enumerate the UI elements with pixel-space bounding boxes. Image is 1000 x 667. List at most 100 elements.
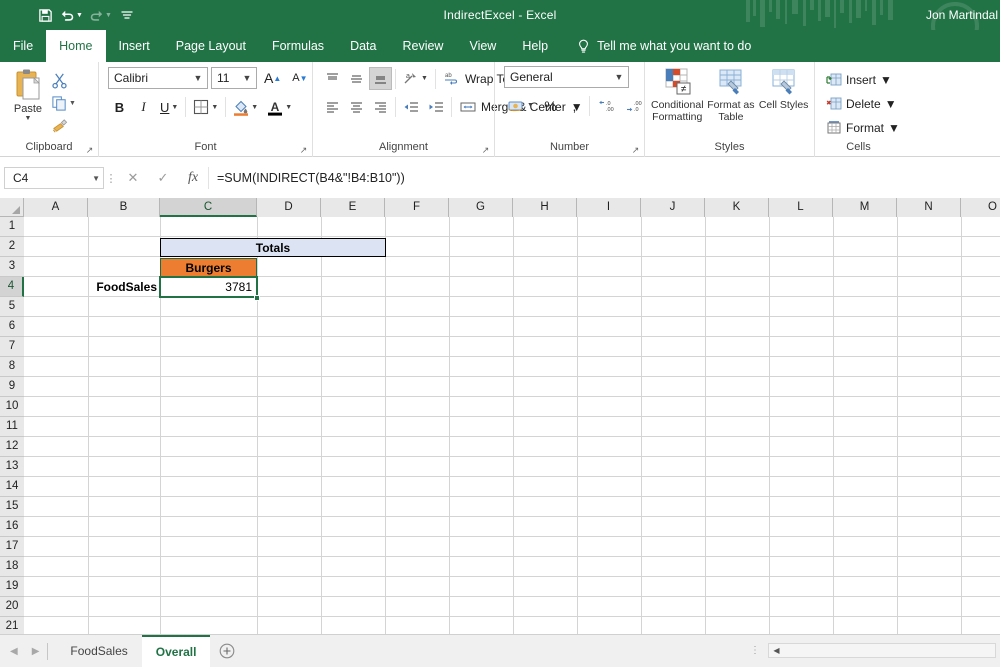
tab-file[interactable]: File	[0, 30, 46, 62]
column-header-M[interactable]: M	[833, 198, 897, 217]
row-header-18[interactable]: 18	[0, 557, 24, 577]
row-header-13[interactable]: 13	[0, 457, 24, 477]
middle-align-icon[interactable]	[345, 67, 368, 90]
font-name-combo[interactable]: Calibri ▼	[108, 67, 208, 89]
previous-sheet-icon[interactable]: ◀	[10, 646, 18, 657]
tab-formulas[interactable]: Formulas	[259, 30, 337, 62]
row-header-10[interactable]: 10	[0, 397, 24, 417]
accounting-format-icon[interactable]: ▼	[504, 94, 538, 117]
column-header-G[interactable]: G	[449, 198, 513, 217]
format-dropdown-caret[interactable]: ▼	[888, 121, 900, 135]
cell-C4-value[interactable]: 3781	[160, 277, 257, 297]
cut-button[interactable]	[51, 70, 76, 91]
name-box[interactable]: C4 ▼	[4, 167, 104, 189]
orientation-dropdown-caret[interactable]: ▼	[421, 75, 428, 82]
horizontal-scrollbar[interactable]: ◀	[768, 643, 996, 658]
alignment-dialog-launcher[interactable]: ↗	[481, 146, 490, 155]
cell-B4-foodsales[interactable]: FoodSales	[88, 277, 160, 297]
tell-me-search[interactable]: Tell me what you want to do	[561, 30, 751, 62]
top-align-icon[interactable]	[321, 67, 344, 90]
column-header-F[interactable]: F	[385, 198, 449, 217]
save-icon[interactable]	[34, 3, 56, 27]
tab-help[interactable]: Help	[509, 30, 561, 62]
column-header-D[interactable]: D	[257, 198, 321, 217]
underline-icon[interactable]: U ▼	[156, 96, 182, 119]
enter-icon[interactable]: ✓	[148, 167, 178, 189]
number-format-caret[interactable]: ▼	[612, 72, 626, 82]
row-header-12[interactable]: 12	[0, 437, 24, 457]
grid-cells[interactable]: Totals Burgers FoodSales 3781	[24, 217, 1000, 634]
redo-icon[interactable]: ▼	[87, 3, 114, 27]
paste-button[interactable]: Paste ▼	[5, 66, 51, 122]
increase-font-size-icon[interactable]: A ▲	[260, 67, 285, 90]
row-header-7[interactable]: 7	[0, 337, 24, 357]
clipboard-dialog-launcher[interactable]: ↗	[85, 146, 94, 155]
row-header-15[interactable]: 15	[0, 497, 24, 517]
select-all-corner[interactable]	[0, 198, 24, 217]
name-box-caret[interactable]: ▼	[92, 174, 100, 183]
column-header-N[interactable]: N	[897, 198, 961, 217]
font-name-caret[interactable]: ▼	[191, 73, 205, 83]
tab-insert[interactable]: Insert	[106, 30, 163, 62]
font-dialog-launcher[interactable]: ↗	[299, 146, 308, 155]
scrollbar-resize-grip[interactable]: ⋮	[750, 645, 760, 656]
insert-dropdown-caret[interactable]: ▼	[880, 73, 892, 87]
user-account-name[interactable]: Jon Martindal	[926, 0, 998, 30]
decrease-font-size-icon[interactable]: A ▼	[288, 67, 311, 90]
horizontal-scroll-thumb[interactable]	[784, 644, 995, 657]
row-header-20[interactable]: 20	[0, 597, 24, 617]
row-header-19[interactable]: 19	[0, 577, 24, 597]
tab-page-layout[interactable]: Page Layout	[163, 30, 259, 62]
row-header-11[interactable]: 11	[0, 417, 24, 437]
tab-home[interactable]: Home	[46, 30, 106, 62]
row-header-21[interactable]: 21	[0, 617, 24, 634]
row-header-5[interactable]: 5	[0, 297, 24, 317]
row-header-9[interactable]: 9	[0, 377, 24, 397]
font-size-combo[interactable]: 11 ▼	[211, 67, 257, 89]
font-size-caret[interactable]: ▼	[240, 73, 254, 83]
column-header-I[interactable]: I	[577, 198, 641, 217]
cell-C3-burgers-header[interactable]: Burgers	[160, 258, 257, 277]
increase-indent-icon[interactable]	[424, 95, 448, 118]
percent-style-icon[interactable]: %	[539, 94, 562, 117]
cell-styles-button[interactable]: Cell Styles	[758, 66, 809, 111]
column-header-L[interactable]: L	[769, 198, 833, 217]
column-header-B[interactable]: B	[88, 198, 160, 217]
number-format-combo[interactable]: General ▼	[504, 66, 629, 88]
font-color-dropdown-caret[interactable]: ▼	[285, 104, 292, 111]
row-header-1[interactable]: 1	[0, 217, 24, 237]
redo-dropdown-caret[interactable]: ▼	[105, 12, 112, 19]
bold-icon[interactable]: B	[108, 96, 131, 119]
formula-input[interactable]: =SUM(INDIRECT(B4&"!B4:B10"))	[208, 167, 996, 189]
copy-button[interactable]: ▼	[51, 93, 76, 114]
number-dialog-launcher[interactable]: ↗	[631, 146, 640, 155]
bottom-align-icon[interactable]	[369, 67, 392, 90]
insert-function-icon[interactable]: fx	[178, 167, 208, 189]
cell-C2-totals-header[interactable]: Totals	[160, 238, 386, 257]
decrease-indent-icon[interactable]	[399, 95, 423, 118]
column-header-E[interactable]: E	[321, 198, 385, 217]
format-cells-button[interactable]: Format ▼	[823, 116, 903, 139]
row-header-2[interactable]: 2	[0, 237, 24, 257]
accounting-dropdown-caret[interactable]: ▼	[527, 102, 534, 109]
cancel-icon[interactable]: ✕	[118, 167, 148, 189]
italic-icon[interactable]: I	[132, 96, 155, 119]
row-header-14[interactable]: 14	[0, 477, 24, 497]
borders-dropdown-caret[interactable]: ▼	[211, 104, 218, 111]
customize-quick-access-icon[interactable]	[116, 3, 138, 27]
tab-data[interactable]: Data	[337, 30, 389, 62]
fill-color-dropdown-caret[interactable]: ▼	[251, 104, 258, 111]
align-left-icon[interactable]	[321, 95, 344, 118]
delete-cells-button[interactable]: Delete ▼	[823, 92, 903, 115]
tab-view[interactable]: View	[456, 30, 509, 62]
conditional-formatting-button[interactable]: ≠ Conditional Formatting	[651, 66, 704, 123]
column-header-K[interactable]: K	[705, 198, 769, 217]
align-center-icon[interactable]	[345, 95, 368, 118]
comma-style-icon[interactable]: ,	[563, 94, 586, 117]
insert-cells-button[interactable]: Insert ▼	[823, 68, 903, 91]
fill-color-icon[interactable]: ▼	[229, 96, 262, 119]
undo-dropdown-caret[interactable]: ▼	[76, 12, 83, 19]
fill-handle[interactable]	[254, 295, 260, 301]
row-header-6[interactable]: 6	[0, 317, 24, 337]
tab-review[interactable]: Review	[389, 30, 456, 62]
